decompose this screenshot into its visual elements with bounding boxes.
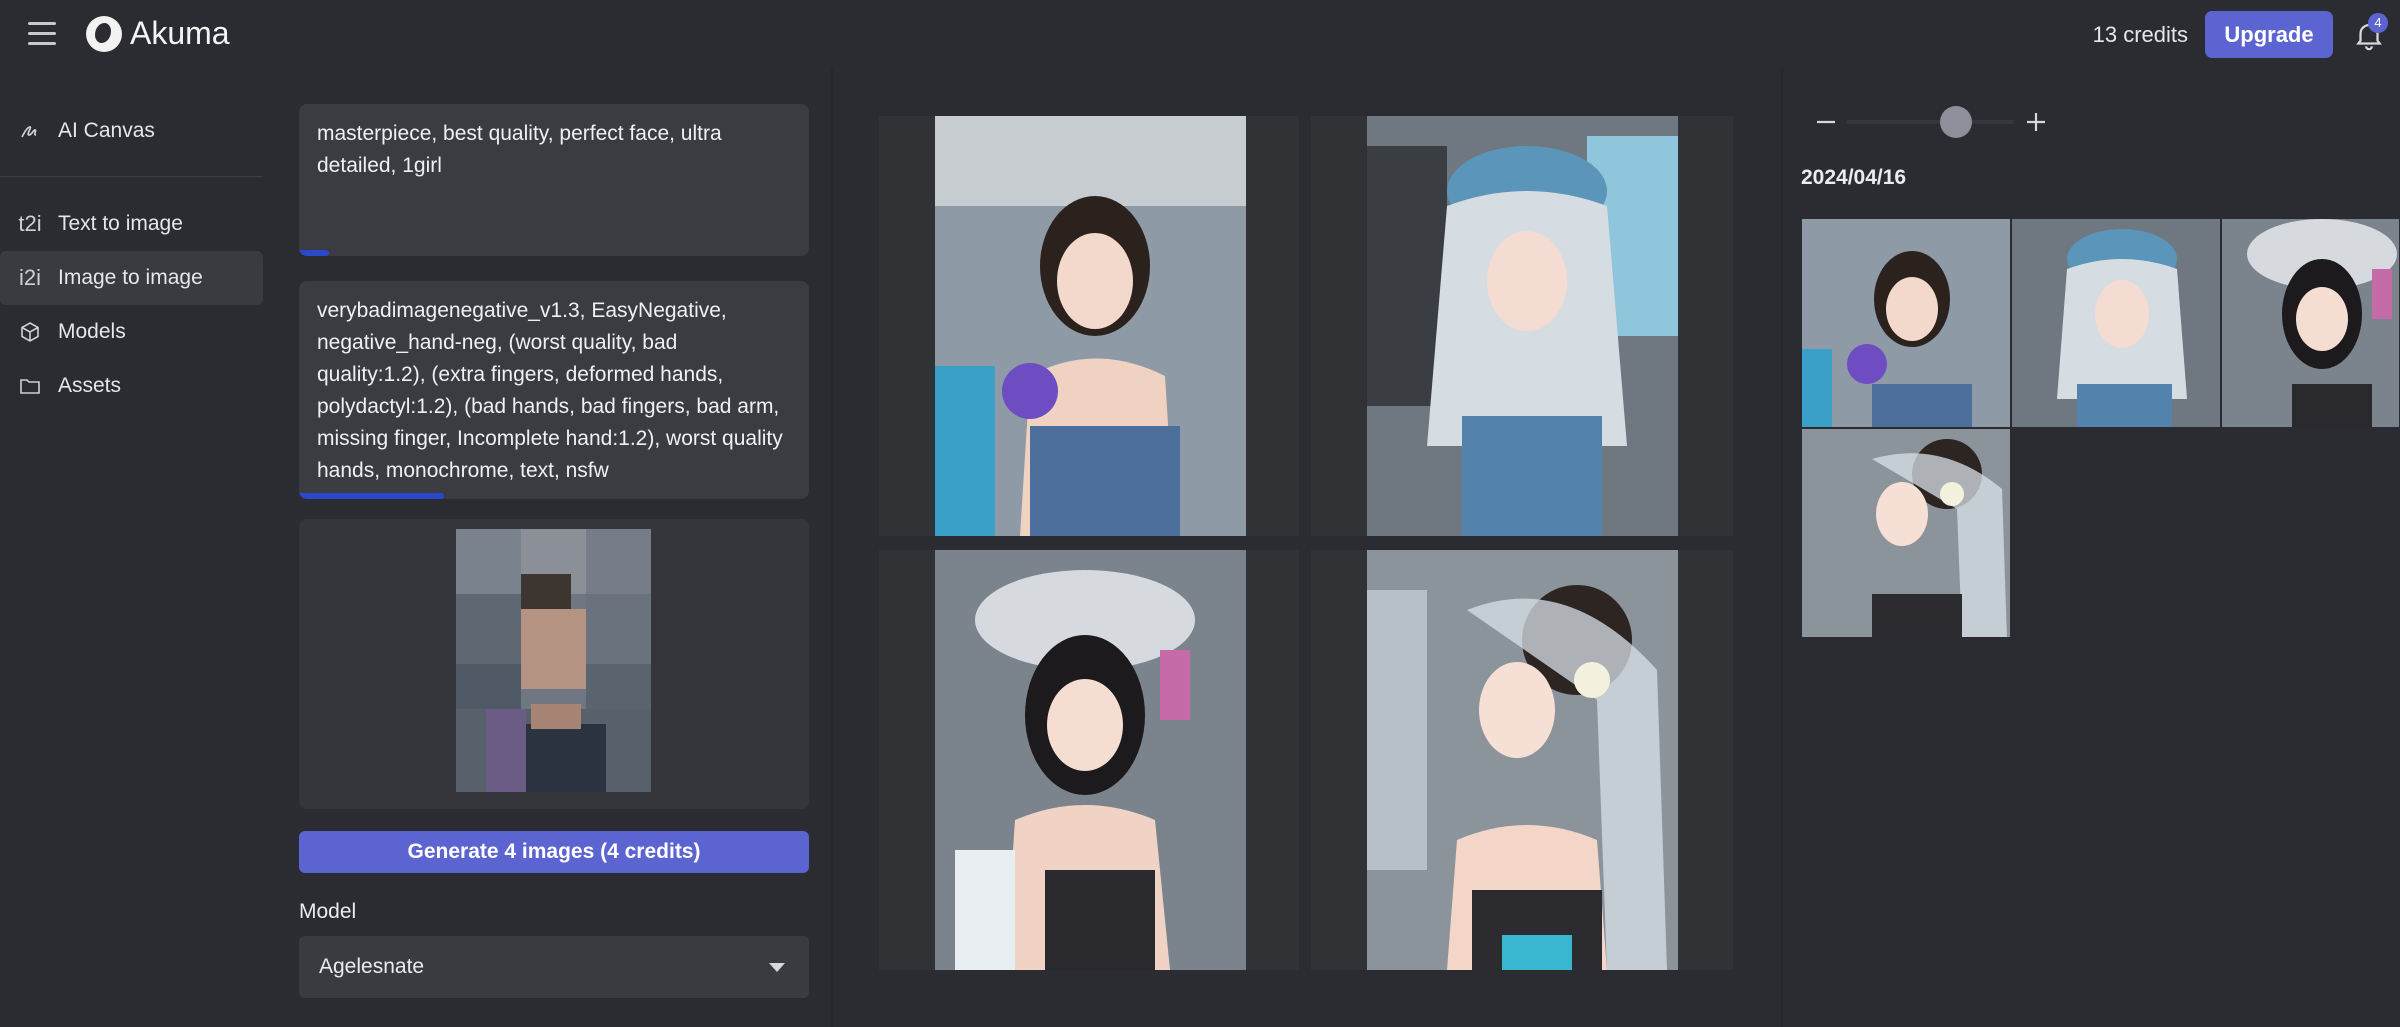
panel-divider [1781,68,1783,1027]
sidebar-item-label: Image to image [58,266,203,289]
sidebar-divider [0,176,263,177]
sidebar-item-assets[interactable]: Assets [0,359,263,413]
app-logo[interactable]: Akuma [86,15,230,52]
result-image-1[interactable] [879,116,1299,536]
result-image-2-art [1367,116,1678,536]
result-image-3-art [935,550,1246,970]
sidebar-item-text-to-image[interactable]: t2i Text to image [0,197,263,251]
top-bar: Akuma 13 credits Upgrade 4 [0,0,2400,68]
result-image-4-art [1367,550,1678,970]
source-image-upload[interactable] [299,519,809,809]
notification-badge: 4 [2368,13,2388,33]
history-thumbnail-3[interactable] [2221,218,2400,428]
prompt-input[interactable]: masterpiece, best quality, perfect face,… [299,104,809,256]
t2i-icon: t2i [18,211,42,236]
sidebar-item-label: Text to image [58,212,183,235]
negative-prompt-token-bar [299,493,444,499]
result-image-4[interactable] [1311,550,1733,970]
i2i-icon: i2i [18,265,41,290]
sidebar-item-label: AI Canvas [58,119,155,142]
history-date: 2024/04/16 [1801,166,1907,189]
sidebar-item-image-to-image[interactable]: i2i Image to image [0,251,263,305]
folder-icon [16,372,44,400]
sidebar-item-label: Models [58,320,126,343]
result-image-2[interactable] [1311,116,1733,536]
history-thumbnail-1[interactable] [1801,218,2011,428]
chevron-down-icon [769,963,785,972]
sidebar-item-ai-canvas[interactable]: AI Canvas [0,104,263,158]
zoom-slider-handle[interactable] [1940,106,1972,138]
credits-count: 13 credits [2092,22,2188,47]
model-label: Model [299,900,357,923]
history-thumbnail-4-art [1802,429,2010,637]
history-thumbnail-2-art [2012,219,2220,427]
history-thumbnail-2[interactable] [2011,218,2221,428]
akuma-logo-icon [86,15,122,52]
history-thumbnail-3-art [2222,219,2399,427]
negative-prompt-text: verybadimagenegative_v1.3, EasyNegative,… [317,299,783,482]
scribble-icon [16,117,44,145]
prompt-text: masterpiece, best quality, perfect face,… [317,122,722,177]
source-image [456,529,651,792]
zoom-out-icon[interactable] [1814,110,1838,134]
app-name: Akuma [130,15,230,51]
upgrade-button[interactable]: Upgrade [2205,11,2333,58]
panel-divider [831,68,833,1027]
menu-icon[interactable] [28,22,56,46]
model-select[interactable]: Agelesnate [299,936,809,998]
result-image-1-art [935,116,1246,536]
prompt-token-bar [299,250,329,256]
sidebar-item-models[interactable]: Models [0,305,263,359]
negative-prompt-input[interactable]: verybadimagenegative_v1.3, EasyNegative,… [299,281,809,499]
result-image-3[interactable] [879,550,1299,970]
model-selected-value: Agelesnate [319,955,425,978]
history-thumbnail-1-art [1802,219,2010,427]
sidebar-item-label: Assets [58,374,122,397]
zoom-slider[interactable] [1846,120,2014,124]
generate-button[interactable]: Generate 4 images (4 credits) [299,831,809,873]
zoom-in-icon[interactable] [2024,110,2048,134]
history-thumbnail-4[interactable] [1801,428,2011,638]
cube-icon [16,318,44,346]
